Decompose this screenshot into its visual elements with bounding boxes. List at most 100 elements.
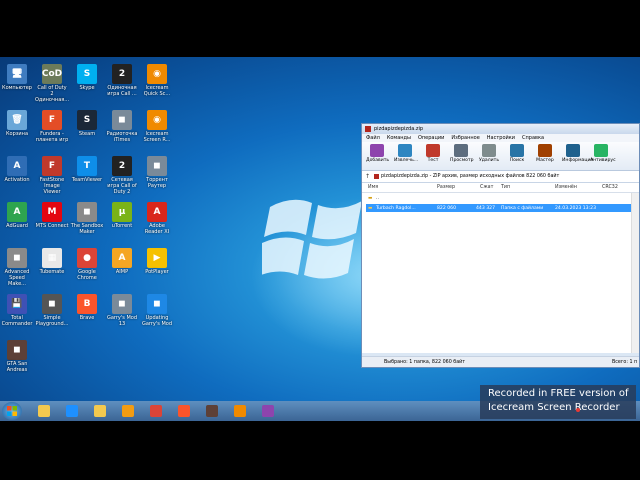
toolbar-button[interactable]: Поиск (506, 144, 528, 163)
desktop-icon[interactable]: S Skype (70, 64, 104, 91)
app-icon: A (7, 202, 27, 222)
menu-favorites[interactable]: Избранное (451, 135, 479, 141)
archive-icon (374, 174, 380, 179)
col-modified[interactable]: Изменён (555, 185, 577, 190)
desktop-icon[interactable]: ▶ PotPlayer (140, 248, 174, 275)
desktop-icon[interactable]: S Steam (70, 110, 104, 137)
desktop-icon[interactable]: ◼ Торрент Раутер (140, 156, 174, 189)
desktop-icon[interactable]: 🖥 Компьютер (0, 64, 34, 91)
taskbar-app-icecream[interactable] (228, 403, 252, 420)
desktop-icon[interactable]: CoD Call of Duty 2 Одиночная... (35, 64, 69, 103)
desktop-icon-label: FastStone Image Viewer (39, 177, 65, 195)
desktop-icon[interactable]: ◼ Advanced Speed Make... (0, 248, 34, 287)
desktop-icon-label: AdGuard (6, 223, 28, 229)
toolbar-button[interactable]: Удалить (478, 144, 500, 163)
desktop-icon[interactable]: ◼ GTA San Andreas (0, 340, 34, 373)
app-icon: ◼ (112, 110, 132, 130)
toolbar-button[interactable]: Информация (562, 144, 593, 163)
col-size[interactable]: Размер (437, 185, 455, 190)
desktop-icon[interactable]: ◼ Радиоточка iTimes (105, 110, 139, 143)
app-icon: A (7, 156, 27, 176)
desktop-icon-label: Brave (79, 315, 95, 321)
menu-settings[interactable]: Настройки (487, 135, 515, 141)
menu-file[interactable]: Файл (366, 135, 380, 141)
toolbar-icon (454, 144, 468, 157)
menu-commands[interactable]: Команды (387, 135, 411, 141)
brave-icon (178, 405, 190, 417)
desktop-icon[interactable]: F Fundera - планета игр (35, 110, 69, 143)
toolbar-button[interactable]: Извлечь... (394, 144, 419, 163)
desktop-icon-label: Steam (78, 131, 96, 137)
icecream-icon (234, 405, 246, 417)
address-path: pizdapizdepizda.zip - ZIP архив, размер … (374, 174, 559, 179)
desktop-icon[interactable]: µ uTorrent (105, 202, 139, 229)
desktop-icon[interactable]: T TeamViewer (70, 156, 104, 183)
taskbar-app-chrome[interactable] (144, 403, 168, 420)
desktop-icon-label: MTS Connect (35, 223, 69, 229)
app-icon: ◼ (112, 294, 132, 314)
media-icon (122, 405, 134, 417)
toolbar-button[interactable]: Антивирус (590, 144, 616, 163)
desktop-icon[interactable]: 🗑 Корзина (0, 110, 34, 137)
desktop-icon[interactable]: A AIMP (105, 248, 139, 275)
winrar-icon (365, 126, 371, 132)
folder-icon: ▬ (368, 195, 373, 201)
address-bar[interactable]: ↑ pizdapizdepizda.zip - ZIP архив, разме… (362, 171, 639, 183)
desktop-icon[interactable]: 2 Одиночная игра Call ... (105, 64, 139, 97)
desktop-icon-label: TeamViewer (71, 177, 103, 183)
taskbar-app-brave[interactable] (172, 403, 196, 420)
window-titlebar[interactable]: pizdapizdepizda.zip (362, 124, 639, 134)
taskbar-app-folder[interactable] (88, 403, 112, 420)
col-type[interactable]: Тип (501, 185, 510, 190)
scrollbar[interactable] (631, 193, 639, 353)
taskbar-app-ie[interactable] (60, 403, 84, 420)
desktop-icon[interactable]: 💾 Total Commander (0, 294, 34, 327)
toolbar-label: Извлечь... (394, 158, 419, 163)
app-icon: ◼ (42, 294, 62, 314)
desktop-icon[interactable]: ◼ Updating Garry's Mod (140, 294, 174, 327)
desktop-icon[interactable]: B Brave (70, 294, 104, 321)
app-icon: 🗑 (7, 110, 27, 130)
desktop-icon[interactable]: 2 Сетевая игра Call of Duty 2 (105, 156, 139, 195)
taskbar-app-media[interactable] (116, 403, 140, 420)
desktop-icon[interactable]: F FastStone Image Viewer (35, 156, 69, 195)
taskbar-app-explorer[interactable] (32, 403, 56, 420)
toolbar-icon (370, 144, 384, 157)
taskbar-app-winrar[interactable] (256, 403, 280, 420)
toolbar-icon (566, 144, 580, 157)
table-row-selected[interactable]: ▬ Turbach Ragdol... 822 060 443 327 Папк… (366, 204, 631, 212)
desktop-icon[interactable]: M MTS Connect (35, 202, 69, 229)
taskbar-app-game[interactable] (200, 403, 224, 420)
up-arrow-icon[interactable]: ↑ (365, 173, 370, 180)
toolbar-icon (482, 144, 496, 157)
desktop-icon[interactable]: A Activation (0, 156, 34, 183)
toolbar-button[interactable]: Добавить (366, 144, 389, 163)
app-icon: ● (77, 248, 97, 268)
explorer-icon (38, 405, 50, 417)
toolbar-icon (538, 144, 552, 157)
menu-operations[interactable]: Операции (418, 135, 444, 141)
desktop-icon[interactable]: ▦ Tubemate (35, 248, 69, 275)
desktop-icon-label: Icecream Quick Sc... (143, 85, 171, 97)
row-type: Папка с файлами (501, 205, 544, 211)
menu-help[interactable]: Справка (522, 135, 544, 141)
status-left: Выбрано: 1 папка, 822 060 байт (384, 359, 466, 365)
desktop-icon[interactable]: ◼ Garry's Mod 13 (105, 294, 139, 327)
toolbar-button[interactable]: Тест (422, 144, 444, 163)
desktop-icon-label: Google Chrome (77, 269, 97, 281)
col-crc[interactable]: CRC32 (602, 185, 618, 190)
col-name[interactable]: Имя (368, 185, 378, 190)
desktop-icon[interactable]: ◼ Simple Playground... (35, 294, 69, 327)
table-row-parent[interactable]: ▬ .. (366, 194, 631, 202)
desktop-icon[interactable]: A AdGuard (0, 202, 34, 229)
col-packed[interactable]: Сжат (480, 185, 493, 190)
toolbar-button[interactable]: Просмотр (450, 144, 474, 163)
start-button[interactable] (2, 402, 22, 420)
desktop-icon[interactable]: ◼ The Sandbox Maker (70, 202, 104, 235)
toolbar-button[interactable]: Мастер (534, 144, 556, 163)
desktop-icon[interactable]: ◉ Icecream Quick Sc... (140, 64, 174, 97)
desktop-icon[interactable]: ● Google Chrome (70, 248, 104, 281)
desktop-icon[interactable]: A Adobe Reader XI (140, 202, 174, 235)
archive-window[interactable]: pizdapizdepizda.zip Файл Команды Операци… (361, 123, 640, 368)
desktop-icon[interactable]: ◉ Icecream Screen R... (140, 110, 174, 143)
